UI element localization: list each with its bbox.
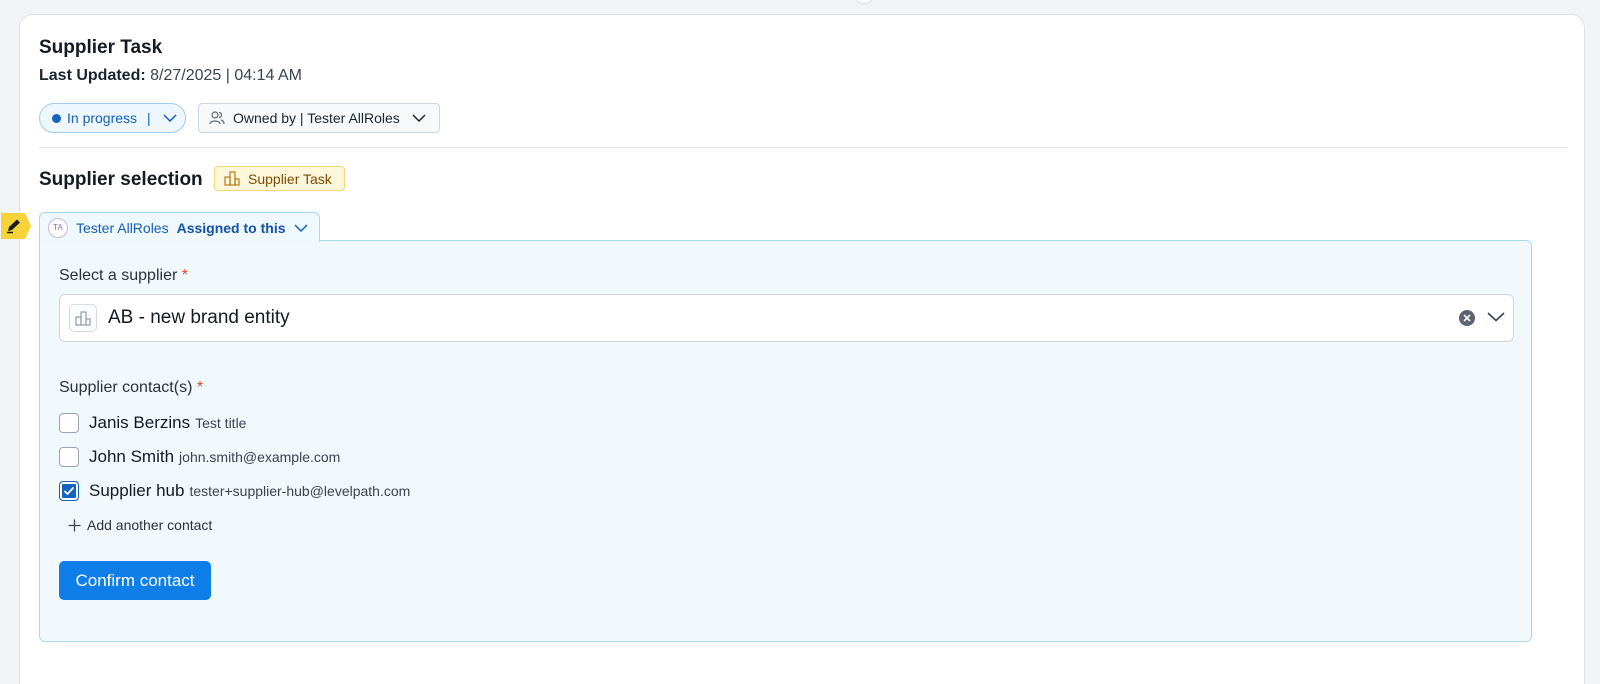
- contact-detail: tester+supplier-hub@levelpath.com: [189, 483, 411, 499]
- contact-name: John Smith: [89, 447, 175, 466]
- required-mark: *: [181, 267, 188, 284]
- avatar: TA: [48, 217, 68, 238]
- pencil-icon: [7, 219, 20, 234]
- top-handle: [852, 0, 876, 4]
- contact-checkbox[interactable]: [59, 413, 79, 433]
- assignee-dropdown[interactable]: TA Tester AllRoles Assigned to this: [39, 212, 320, 242]
- section-title: Supplier selection: [39, 169, 203, 190]
- supplier-select[interactable]: AB - new brand entity: [59, 294, 1514, 342]
- assigned-label: Assigned to this: [176, 219, 286, 236]
- status-dropdown[interactable]: In progress |: [39, 103, 186, 133]
- clear-icon[interactable]: [1459, 310, 1475, 326]
- contact-checkbox[interactable]: [59, 447, 79, 467]
- check-icon: [63, 486, 75, 496]
- last-updated-value: 8/27/2025 | 04:14 AM: [150, 67, 302, 84]
- add-contact-button[interactable]: Add another contact: [68, 517, 212, 533]
- contact-detail: john.smith@example.com: [179, 449, 341, 465]
- required-mark: *: [196, 379, 204, 396]
- status-dot-icon: [52, 113, 61, 123]
- confirm-contact-button[interactable]: Confirm contact: [59, 561, 211, 600]
- supplier-label-text: Select a supplier: [59, 267, 178, 284]
- contact-option[interactable]: John Smith john.smith@example.com: [59, 445, 340, 469]
- last-updated-label: Last Updated:: [39, 67, 146, 84]
- add-contact-label: Add another contact: [87, 517, 213, 533]
- status-separator: |: [147, 110, 151, 126]
- supplier-task-badge: Supplier Task: [214, 166, 345, 191]
- contact-option[interactable]: Janis Berzins Test title: [59, 411, 246, 435]
- last-updated: Last Updated: 8/27/2025 | 04:14 AM: [39, 67, 302, 85]
- contact-name: Janis Berzins: [89, 413, 191, 432]
- contact-checkbox-checked[interactable]: [59, 481, 79, 501]
- supplier-selection-panel: Select a supplier * AB - new brand entit…: [39, 240, 1532, 642]
- building-icon: [224, 171, 240, 186]
- supplier-select-value: AB - new brand entity: [108, 307, 290, 328]
- contacts-label-text: Supplier contact(s): [59, 379, 193, 396]
- task-title: Supplier Task: [39, 37, 163, 58]
- task-card: Supplier Task Last Updated: 8/27/2025 | …: [1, 14, 1585, 684]
- supplier-building-icon-box: [69, 304, 97, 332]
- owner-dropdown[interactable]: Owned by | Tester AllRoles: [198, 103, 440, 133]
- contact-detail: Test title: [195, 415, 247, 431]
- header-divider: [39, 147, 1568, 148]
- chevron-down-icon[interactable]: [1487, 312, 1505, 322]
- supplier-field-label: Select a supplier *: [59, 267, 188, 285]
- assignee-name: Tester AllRoles: [76, 219, 169, 236]
- edit-flag[interactable]: [1, 213, 31, 239]
- chevron-down-icon: [412, 114, 426, 122]
- owner-label: Owned by | Tester AllRoles: [233, 110, 400, 126]
- contacts-label: Supplier contact(s) *: [59, 379, 203, 397]
- chevron-down-icon: [163, 114, 177, 122]
- chevron-down-icon: [293, 223, 308, 232]
- contact-option[interactable]: Supplier hub tester+supplier-hub@levelpa…: [59, 479, 410, 503]
- users-icon: [209, 111, 225, 125]
- badge-label: Supplier Task: [248, 170, 332, 187]
- status-label: In progress: [67, 110, 138, 126]
- contact-name: Supplier hub: [89, 481, 185, 500]
- plus-icon: [68, 519, 81, 531]
- building-icon: [75, 310, 91, 326]
